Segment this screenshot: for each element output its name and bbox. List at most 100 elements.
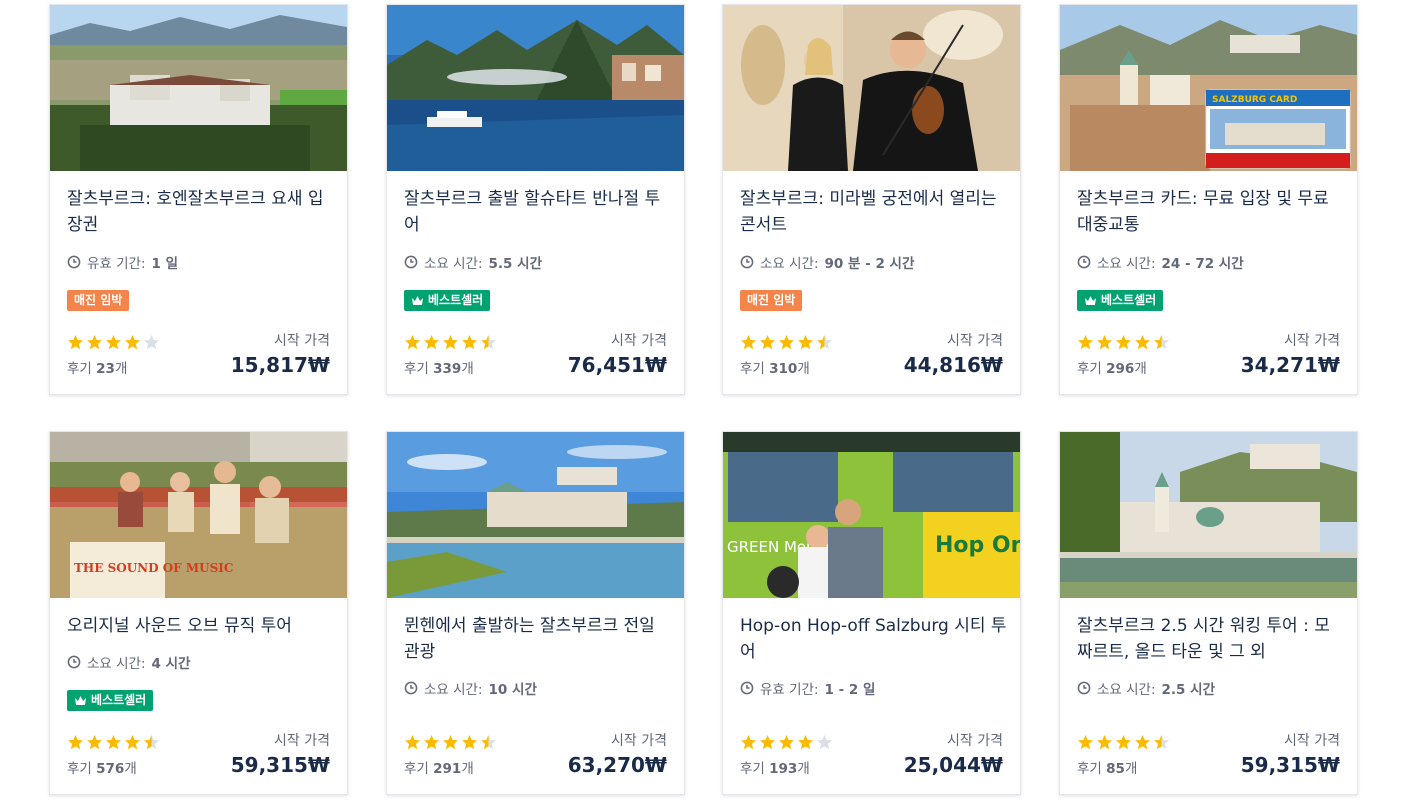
tour-image-concert[interactable] bbox=[723, 5, 1020, 171]
price-from-label: 시작 가격 bbox=[611, 733, 667, 749]
star-full-icon bbox=[106, 335, 121, 350]
star-full-icon bbox=[424, 335, 439, 350]
meta-value: 2.5 시간 bbox=[1161, 682, 1215, 698]
tour-title[interactable]: 잘츠부르크: 미라벨 궁전에서 열리는 콘서트 bbox=[740, 186, 1008, 238]
price-from-label: 시작 가격 bbox=[611, 333, 667, 349]
star-full-icon bbox=[760, 335, 775, 350]
clock-icon bbox=[740, 681, 754, 695]
review-suffix: 개 bbox=[1124, 761, 1138, 777]
tour-title[interactable]: Hop-on Hop-off Salzburg 시티 투어 bbox=[740, 613, 1008, 665]
price: 15,817₩ bbox=[230, 353, 330, 377]
clock-icon bbox=[404, 681, 418, 695]
tour-image-sound-of-music[interactable]: THE SOUND OF MUSIC bbox=[50, 432, 347, 598]
tour-image-hop-on-bus[interactable]: Hop On Hop Off GREEN Mountains bbox=[723, 432, 1020, 598]
star-full-icon bbox=[405, 335, 420, 350]
review-count: 후기 23개 bbox=[67, 357, 127, 377]
tour-image-salzburg-river[interactable] bbox=[387, 432, 684, 598]
star-half-icon bbox=[1154, 735, 1169, 750]
review-number: 576 bbox=[96, 761, 125, 777]
star-full-icon bbox=[798, 735, 813, 750]
tour-title[interactable]: 오리지널 사운드 오브 뮤직 투어 bbox=[67, 613, 335, 639]
tour-image-fortress[interactable] bbox=[50, 5, 347, 171]
review-label: 후기 bbox=[404, 361, 429, 377]
star-full-icon bbox=[405, 735, 420, 750]
clock-icon bbox=[404, 255, 418, 269]
star-rating bbox=[404, 734, 497, 751]
review-suffix: 개 bbox=[124, 761, 137, 777]
tour-card[interactable]: 잘츠부르크: 호엔잘츠부르크 요새 입장권 유효 기간: 1 일 매진 임박 후기… bbox=[49, 4, 348, 395]
tour-card[interactable]: SALZBURG CARD 잘츠부르크 카드: 무료 입장 및 무료 대중교통 … bbox=[1059, 4, 1358, 395]
star-full-icon bbox=[68, 335, 83, 350]
meta-value: 5.5 시간 bbox=[488, 256, 542, 272]
tour-card[interactable]: 잘츠부르크: 미라벨 궁전에서 열리는 콘서트 소요 시간: 90 분 - 2 시… bbox=[722, 4, 1021, 395]
meta-value: 90 분 - 2 시간 bbox=[824, 256, 915, 272]
star-full-icon bbox=[1116, 735, 1131, 750]
crown-icon bbox=[412, 296, 423, 305]
clock-icon bbox=[67, 655, 81, 669]
star-full-icon bbox=[741, 735, 756, 750]
review-suffix: 개 bbox=[797, 361, 810, 377]
tour-title[interactable]: 잘츠부르크 카드: 무료 입장 및 무료 대중교통 bbox=[1077, 186, 1345, 238]
duration-info: 소요 시간: 90 분 - 2 시간 bbox=[740, 252, 914, 272]
tour-card[interactable]: THE SOUND OF MUSIC 오리지널 사운드 오브 뮤직 투어 소요 … bbox=[49, 431, 348, 795]
tour-card[interactable]: 잘츠부르크 2.5 시간 워킹 투어 : 모짜르트, 올드 타운 및 그 외 소… bbox=[1059, 431, 1358, 795]
tour-title[interactable]: 잘츠부르크: 호엔잘츠부르크 요새 입장권 bbox=[67, 186, 335, 238]
clock-icon bbox=[1077, 681, 1091, 695]
likely-to-sell-out-badge: 매진 임박 bbox=[740, 290, 803, 311]
tour-image-salzburg-card[interactable]: SALZBURG CARD bbox=[1060, 5, 1357, 171]
tour-image-walking-tour[interactable] bbox=[1060, 432, 1357, 598]
star-rating bbox=[1077, 334, 1170, 351]
bestseller-badge: 베스트셀러 bbox=[67, 690, 154, 711]
review-number: 291 bbox=[433, 761, 462, 777]
review-label: 후기 bbox=[1077, 761, 1102, 777]
crown-icon bbox=[1085, 296, 1096, 305]
price-from-label: 시작 가격 bbox=[1284, 333, 1340, 349]
price-from-label: 시작 가격 bbox=[274, 333, 330, 349]
tour-title[interactable]: 뮌헨에서 출발하는 잘츠부르크 전일 관광 bbox=[404, 613, 672, 665]
star-rating bbox=[1077, 734, 1170, 751]
clock-icon bbox=[67, 255, 81, 269]
tour-card[interactable]: Hop On Hop Off GREEN Mountains Hop-on Ho… bbox=[722, 431, 1021, 795]
badge-label: 베스트셀러 bbox=[91, 693, 147, 707]
review-count: 후기 85개 bbox=[1077, 757, 1137, 777]
review-label: 후기 bbox=[404, 761, 429, 777]
review-suffix: 개 bbox=[114, 361, 128, 377]
star-empty-icon bbox=[817, 735, 832, 750]
badge-label: 베스트셀러 bbox=[428, 293, 484, 307]
meta-label: 소요 시간: bbox=[1097, 682, 1156, 698]
duration-info: 소요 시간: 2.5 시간 bbox=[1077, 678, 1215, 698]
badge-label: 매진 임박 bbox=[74, 293, 123, 307]
tour-title[interactable]: 잘츠부르크 2.5 시간 워킹 투어 : 모짜르트, 올드 타운 및 그 외 bbox=[1077, 613, 1345, 665]
tour-image-hallstatt[interactable] bbox=[387, 5, 684, 171]
price: 25,044₩ bbox=[903, 753, 1003, 777]
star-full-icon bbox=[125, 735, 140, 750]
review-number: 296 bbox=[1106, 361, 1135, 377]
price: 44,816₩ bbox=[903, 353, 1003, 377]
meta-label: 소요 시간: bbox=[760, 256, 819, 272]
tour-card[interactable]: 잘츠부르크 출발 할슈타트 반나절 투어 소요 시간: 5.5 시간 베스트셀러 … bbox=[386, 4, 685, 395]
star-rating bbox=[67, 334, 160, 351]
star-half-icon bbox=[1154, 335, 1169, 350]
duration-info: 유효 기간: 1 - 2 일 bbox=[740, 678, 875, 698]
star-full-icon bbox=[87, 335, 102, 350]
bus-text: Hop On Hop Off bbox=[935, 533, 1020, 558]
star-full-icon bbox=[443, 735, 458, 750]
price-from-label: 시작 가격 bbox=[274, 733, 330, 749]
meta-label: 소요 시간: bbox=[424, 682, 483, 698]
duration-info: 소요 시간: 10 시간 bbox=[404, 678, 537, 698]
review-number: 23 bbox=[96, 361, 115, 377]
star-full-icon bbox=[1135, 335, 1150, 350]
clock-icon bbox=[740, 255, 754, 269]
star-full-icon bbox=[106, 735, 121, 750]
meta-label: 소요 시간: bbox=[1097, 256, 1156, 272]
price: 59,315₩ bbox=[1240, 753, 1340, 777]
tour-title[interactable]: 잘츠부르크 출발 할슈타트 반나절 투어 bbox=[404, 186, 672, 238]
review-suffix: 개 bbox=[1134, 361, 1147, 377]
review-count: 후기 339개 bbox=[404, 357, 474, 377]
tour-card[interactable]: 뮌헨에서 출발하는 잘츠부르크 전일 관광 소요 시간: 10 시간 후기 291… bbox=[386, 431, 685, 795]
star-full-icon bbox=[1078, 735, 1093, 750]
price-from-label: 시작 가격 bbox=[1284, 733, 1340, 749]
review-label: 후기 bbox=[740, 761, 765, 777]
star-full-icon bbox=[462, 735, 477, 750]
bestseller-badge: 베스트셀러 bbox=[1077, 290, 1164, 311]
